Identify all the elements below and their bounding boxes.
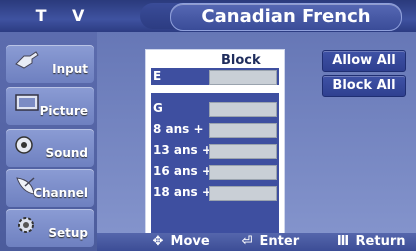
sidebar-item-label: Setup <box>48 226 88 240</box>
sidebar-item-label: Sound <box>45 146 88 160</box>
block-all-button[interactable]: Block All <box>322 75 406 97</box>
rating-row-13-ans[interactable]: 13 ans + <box>151 142 279 159</box>
rating-row-18-ans[interactable]: 18 ans + <box>151 184 279 201</box>
rating-label: 18 ans + <box>153 185 212 199</box>
input-plug-icon <box>15 51 39 69</box>
picture-screen-icon <box>15 94 39 111</box>
allow-all-button[interactable]: Allow All <box>322 50 406 72</box>
move-hint: ✥ Move <box>150 233 210 251</box>
speaker-icon <box>15 136 33 154</box>
rating-row-16-ans[interactable]: 16 ans + <box>151 163 279 180</box>
sidebar-item-label: Picture <box>39 104 88 118</box>
return-label: Return <box>355 234 406 249</box>
block-checkbox[interactable] <box>209 70 277 85</box>
rating-block-panel: Block E G 8 ans + 13 ans + 16 ans + 18 a… <box>145 49 285 239</box>
footer-hint-bar: ✥ Move ⏎ Enter Ⅲ Return <box>97 233 416 251</box>
setup-gear-icon <box>18 217 34 233</box>
rating-label: G <box>153 101 163 115</box>
sidebar-item-setup[interactable]: Setup <box>6 209 94 247</box>
return-icon: Ⅲ <box>336 234 350 249</box>
rating-label: 16 ans + <box>153 164 212 178</box>
block-checkbox[interactable] <box>209 102 277 117</box>
block-column-header: Block <box>221 53 261 68</box>
move-label: Move <box>170 234 210 249</box>
sidebar-item-picture[interactable]: Picture <box>6 87 94 125</box>
sidebar-item-label: Input <box>52 62 88 76</box>
sidebar-item-sound[interactable]: Sound <box>6 129 94 167</box>
return-hint: Ⅲ Return <box>335 233 406 251</box>
main-panel: Block E G 8 ans + 13 ans + 16 ans + 18 a… <box>97 32 416 239</box>
sidebar-item-input[interactable]: Input <box>6 45 94 83</box>
rating-label: 13 ans + <box>153 143 212 157</box>
enter-label: Enter <box>259 234 300 249</box>
enter-hint: ⏎ Enter <box>239 233 300 251</box>
sidebar-item-label: Channel <box>33 186 88 200</box>
tv-menu-screen: T V Canadian French Input Picture Sound <box>0 0 416 251</box>
diamond-arrows-icon: ✥ <box>152 234 164 249</box>
title-bar: T V Canadian French <box>0 0 416 32</box>
rating-label: E <box>153 69 162 83</box>
page-title: Canadian French <box>170 3 402 31</box>
rating-row-g[interactable]: G <box>151 100 279 117</box>
rating-group: G 8 ans + 13 ans + 16 ans + 18 ans + <box>151 93 279 234</box>
rating-label: 8 ans + <box>153 122 204 136</box>
block-checkbox[interactable] <box>209 144 277 159</box>
block-checkbox[interactable] <box>209 165 277 180</box>
sidebar: Input Picture Sound Channel Setup <box>0 32 97 251</box>
enter-icon: ⏎ <box>241 234 253 249</box>
rating-row-e[interactable]: E <box>151 68 279 85</box>
block-checkbox[interactable] <box>209 123 277 138</box>
rating-row-8-ans[interactable]: 8 ans + <box>151 121 279 138</box>
sidebar-item-channel[interactable]: Channel <box>6 169 94 207</box>
block-checkbox[interactable] <box>209 186 277 201</box>
tv-label: T V <box>35 6 95 25</box>
